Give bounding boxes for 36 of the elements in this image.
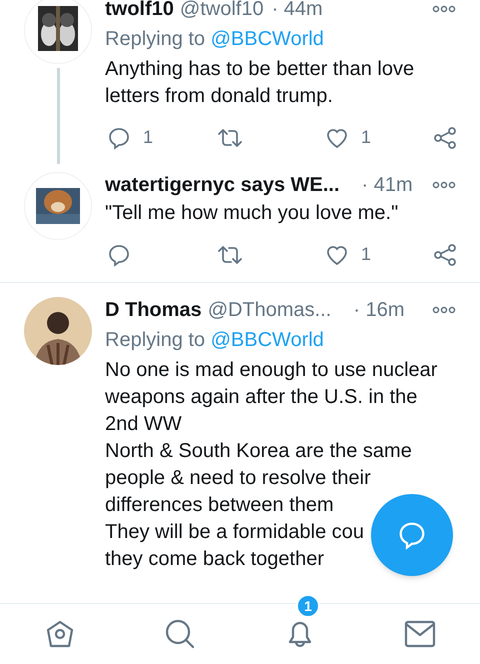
more-icon[interactable] [432, 181, 456, 189]
reply-icon[interactable] [107, 126, 131, 150]
tweet-text: people & need to resolve their [105, 466, 371, 491]
speech-bubble-icon [397, 520, 427, 550]
like-count: 1 [361, 243, 372, 266]
tweet-text: No one is mad enough to use nuclear [105, 358, 438, 383]
reply-icon[interactable] [107, 242, 131, 266]
mail-icon[interactable] [404, 620, 436, 648]
tweet-text: 2nd WW [105, 412, 182, 437]
tweet-time: · 41m [362, 173, 413, 198]
reply-count: 1 [143, 126, 154, 149]
tweet-text: they come back together [105, 547, 324, 572]
tweet-text: weapons again after the U.S. in the [105, 385, 418, 410]
share-icon[interactable] [433, 242, 457, 266]
replying-label: Replying to [105, 28, 206, 50]
tweet-text: "Tell me how much you love me." [105, 201, 398, 226]
tweet-text: differences between them [105, 493, 334, 518]
author-name[interactable]: twolf10 [105, 0, 174, 22]
tweet-time: · 44m [272, 0, 323, 22]
author-name[interactable]: D Thomas [105, 297, 202, 323]
search-icon[interactable] [164, 618, 196, 650]
share-icon[interactable] [433, 126, 457, 150]
tweet-text: North & South Korea are the same [105, 439, 412, 464]
like-count: 1 [361, 126, 372, 149]
tweet-text: Anything has to be better than love [105, 57, 414, 82]
replying-label: Replying to [105, 329, 206, 351]
author-name[interactable]: watertigernyc says WE... [105, 172, 340, 198]
tweet-text: letters from donald trump. [105, 84, 333, 109]
notification-badge: 1 [296, 594, 320, 618]
author-handle: @DThomas... [208, 298, 332, 323]
home-icon[interactable] [44, 618, 76, 650]
author-handle: @twolf10 [180, 0, 264, 22]
more-icon[interactable] [432, 5, 456, 13]
tweet-text: They will be a formidable cou [105, 520, 364, 545]
tweet-time: · 16m [353, 298, 404, 323]
more-icon[interactable] [432, 306, 456, 314]
